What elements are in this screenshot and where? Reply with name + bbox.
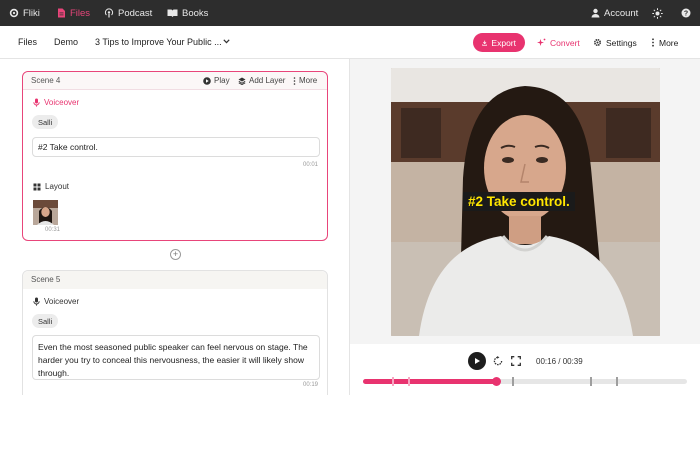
account-label: Account [604,7,639,19]
add-scene-button[interactable]: + [170,249,181,260]
voice-selector[interactable]: Salli [32,115,59,129]
voiceover-label-text: Voiceover [44,297,80,306]
voiceover-label: Voiceover [33,297,79,306]
sparkle-icon [537,38,546,46]
fullscreen-icon[interactable] [511,356,521,366]
layers-icon [238,77,246,85]
convert-button[interactable]: Convert [537,33,580,52]
settings-label: Settings [606,37,637,48]
kebab-icon [293,76,296,85]
scene-title: Scene 5 [31,275,61,284]
layout-label-text: Layout [45,182,70,191]
nav-fliki-label: Fliki [23,7,40,19]
microphone-icon [33,297,40,306]
header-bar: Files Demo 3 Tips to Improve Your Public… [0,26,700,59]
scene-play-button[interactable]: Play [203,76,230,85]
play-circle-icon [203,76,211,85]
scene-marker [590,377,592,386]
play-icon [475,358,480,364]
playback-controls: 00:16 / 00:39 [350,344,700,395]
play-button[interactable] [468,352,486,370]
voiceover-label: Voiceover [33,98,79,107]
breadcrumb-project-title[interactable]: 3 Tips to Improve Your Public ... [95,37,222,47]
scene-marker [392,377,394,386]
layout-duration: 00:31 [45,227,61,233]
replay-icon[interactable] [493,356,503,366]
gear-icon [9,8,19,18]
gear-icon [593,38,602,47]
add-layer-label: Add Layer [249,76,286,85]
add-layer-button[interactable]: Add Layer [238,76,285,85]
scene-marker [616,377,618,386]
video-preview[interactable]: #2 Take control. [391,68,660,336]
more-button[interactable]: More [651,33,678,52]
sun-icon [652,7,663,19]
file-icon [58,8,65,18]
scene-more-label: More [299,76,318,85]
book-icon [167,9,178,17]
settings-button[interactable]: Settings [593,33,637,52]
scene-text-input[interactable]: #2 Take control. [32,137,320,157]
podcast-icon [104,8,114,18]
chevron-down-icon[interactable] [223,39,230,44]
theme-toggle[interactable] [652,0,663,26]
scene-marker [512,377,514,386]
scene-list-panel: Scene 4 Play Add Layer More Voiceover Sa… [0,59,349,395]
svg-text:?: ? [684,11,688,18]
nav-files[interactable]: Files [57,0,90,26]
layout-thumbnail[interactable] [33,200,58,225]
download-icon [482,40,488,46]
breadcrumb-demo[interactable]: Demo [54,37,78,47]
layout-label: Layout [33,182,69,191]
nav-books[interactable]: Books [167,0,208,26]
breadcrumb-files[interactable]: Files [18,37,37,47]
scene-card-active[interactable]: Scene 4 Play Add Layer More Voiceover Sa… [22,71,328,241]
voice-selector[interactable]: Salli [32,314,59,328]
scene-header: Scene 5 [23,271,327,289]
text-duration: 00:19 [302,382,318,388]
nav-podcast[interactable]: Podcast [104,0,152,26]
scene-card[interactable]: Scene 5 Voiceover Salli Even the most se… [22,270,328,395]
export-button[interactable]: Export [473,33,525,52]
nav-files-label: Files [70,7,91,19]
playback-time: 00:16 / 00:39 [536,357,583,366]
account-menu[interactable]: Account [591,0,638,26]
text-duration: 00:01 [302,162,318,168]
more-label: More [659,37,679,48]
scene-text-input[interactable]: Even the most seasoned public speaker ca… [32,335,320,380]
timeline-scrubber[interactable] [492,377,501,386]
timeline-progress [363,379,496,384]
nav-books-label: Books [182,7,209,19]
timeline-track[interactable] [363,377,687,386]
scene-title: Scene 4 [31,76,61,85]
scene-play-label: Play [214,76,230,85]
scene-marker [408,377,410,386]
layout-grid-icon [33,183,41,190]
preview-panel: #2 Take control. 00:16 / 00:39 [349,59,700,395]
scene-header: Scene 4 Play Add Layer More [23,72,327,90]
export-label: Export [491,37,516,48]
help-button[interactable]: ? [681,0,691,26]
plus-icon: + [172,249,179,259]
nav-podcast-label: Podcast [118,7,153,19]
top-navigation: Fliki Files Podcast Books Account ? [0,0,700,26]
microphone-icon [33,98,40,107]
video-caption: #2 Take control. [463,192,575,211]
help-icon: ? [681,8,691,18]
kebab-icon [652,38,654,47]
voiceover-label-text: Voiceover [44,98,80,107]
convert-label: Convert [550,37,580,48]
nav-fliki[interactable]: Fliki [9,0,40,26]
user-icon [591,8,600,18]
scene-more-button[interactable]: More [293,76,317,85]
